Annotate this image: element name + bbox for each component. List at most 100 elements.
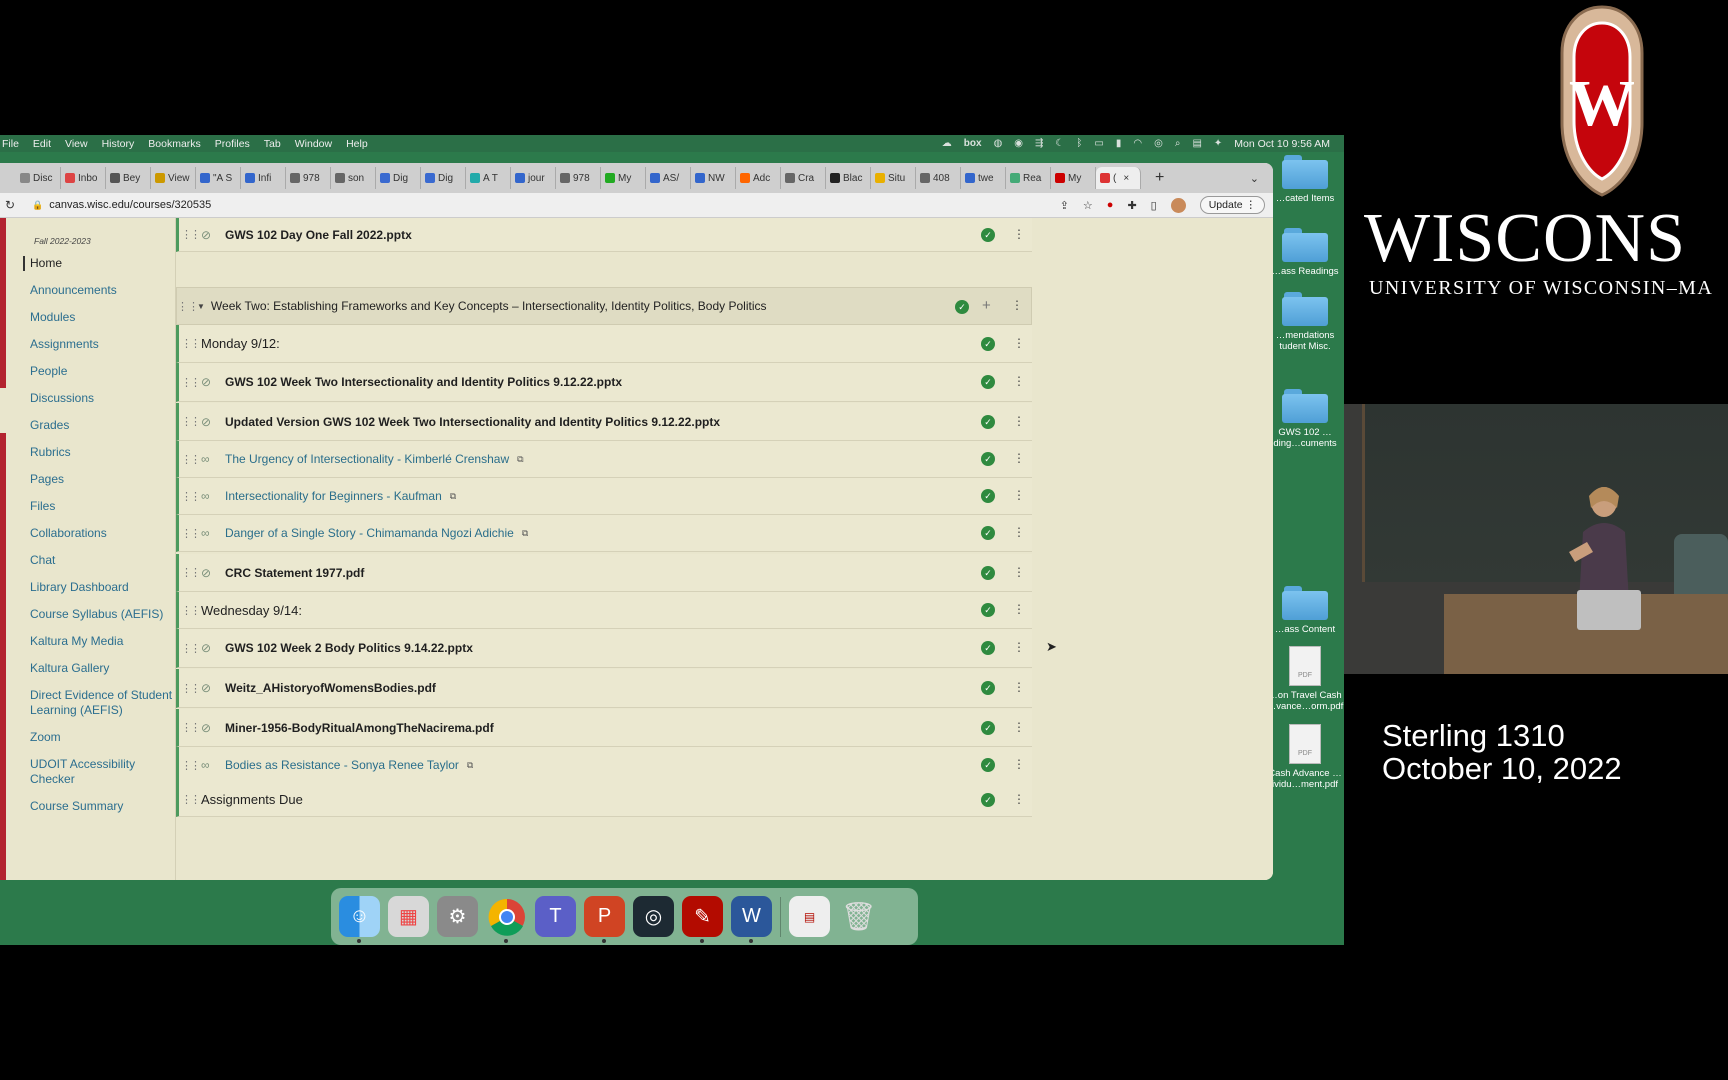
share-icon[interactable]: ⇶ <box>1035 138 1043 149</box>
status-icon[interactable]: ◉ <box>1014 138 1023 149</box>
course-nav-library-dashboard[interactable]: Library Dashboard <box>23 580 173 595</box>
published-check-icon[interactable]: ✓ <box>981 565 995 580</box>
browser-tab[interactable]: NW <box>691 167 736 189</box>
browser-tab[interactable]: My <box>1051 167 1096 189</box>
browser-tab[interactable]: Adc <box>736 167 781 189</box>
published-check-icon[interactable]: ✓ <box>981 641 995 655</box>
drag-handle-icon[interactable]: ⋮⋮ <box>177 300 199 313</box>
chrome-icon[interactable] <box>486 896 527 943</box>
desktop-folder[interactable]: …ass Content <box>1266 586 1344 635</box>
address-bar[interactable]: canvas.wisc.edu/courses/320535 <box>49 199 211 211</box>
module-item[interactable]: ⋮⋮ ⊘ Updated Version GWS 102 Week Two Inte… <box>176 403 1032 441</box>
menu-profiles[interactable]: Profiles <box>215 138 250 150</box>
module-item-title[interactable]: Assignments Due <box>201 792 303 807</box>
course-nav-kaltura-my-media[interactable]: Kaltura My Media <box>23 634 173 649</box>
bluetooth-icon[interactable]: ᛒ <box>1076 138 1082 149</box>
lock-icon[interactable]: 🔒 <box>32 200 43 211</box>
launchpad-icon[interactable]: ▦ <box>388 896 429 937</box>
module-item[interactable]: ⋮⋮ ⊘ GWS 102 Day One Fall 2022.pptx ✓ ⋮ <box>176 218 1032 252</box>
battery-icon[interactable]: ▮ <box>1116 138 1122 149</box>
side-panel-icon[interactable]: ▯ <box>1151 199 1157 212</box>
drag-handle-icon[interactable]: ⋮⋮ <box>179 721 201 734</box>
published-check-icon[interactable]: ✓ <box>955 300 969 314</box>
drag-handle-icon[interactable]: ⋮⋮ <box>179 759 201 772</box>
wifi-icon[interactable]: ◠ <box>1133 138 1142 149</box>
module-item[interactable]: ⋮⋮ ⊘ CRC Statement 1977.pdf ✓ ⋮ <box>176 554 1032 592</box>
drag-handle-icon[interactable]: ⋮⋮ <box>179 682 201 695</box>
more-options-icon[interactable]: ⋮ <box>1013 336 1025 350</box>
published-check-icon[interactable]: ✓ <box>981 603 995 617</box>
menu-tab[interactable]: Tab <box>264 138 281 150</box>
module-item-title[interactable]: GWS 102 Week 2 Body Politics 9.14.22.ppt… <box>225 641 473 655</box>
drag-handle-icon[interactable]: ⋮⋮ <box>179 527 201 540</box>
module-item-title[interactable]: Danger of a Single Story - Chimamanda Ng… <box>225 526 514 540</box>
course-nav-people[interactable]: People <box>23 364 173 379</box>
more-options-icon[interactable]: ⋮ <box>1011 298 1023 312</box>
menu-view[interactable]: View <box>65 138 88 150</box>
profile-avatar[interactable] <box>1170 197 1186 213</box>
course-nav-course-syllabus-aefis[interactable]: Course Syllabus (AEFIS) <box>23 607 173 622</box>
browser-tab[interactable]: Bey <box>106 167 151 189</box>
desktop-pdf-file[interactable]: Cash Advance …ividu…ment.pdf <box>1266 724 1344 790</box>
more-options-icon[interactable]: ⋮ <box>1013 565 1025 579</box>
menu-edit[interactable]: Edit <box>33 138 51 150</box>
published-check-icon[interactable]: ✓ <box>981 414 995 429</box>
module-item[interactable]: ⋮⋮ ∞ Intersectionality for Beginners - Kau… <box>176 478 1032 515</box>
module-item[interactable]: ⋮⋮ ∞ Danger of a Single Story - Chimamanda… <box>176 515 1032 552</box>
more-options-icon[interactable]: ⋮ <box>1013 451 1025 465</box>
browser-tab[interactable]: Inbo <box>61 167 106 189</box>
drag-handle-icon[interactable]: ⋮⋮ <box>179 228 201 241</box>
browser-tab[interactable]: twe <box>961 167 1006 189</box>
course-nav-chat[interactable]: Chat <box>23 553 173 568</box>
browser-tab[interactable]: "A S <box>196 167 241 189</box>
drag-handle-icon[interactable]: ⋮⋮ <box>179 793 201 806</box>
menu-history[interactable]: History <box>102 138 135 150</box>
finder-icon[interactable]: ☺ <box>339 896 380 943</box>
module-title[interactable]: Week Two: Establishing Frameworks and Ke… <box>211 299 767 313</box>
browser-tab[interactable]: Dig <box>421 167 466 189</box>
drag-handle-icon[interactable]: ⋮⋮ <box>179 490 201 503</box>
browser-tab[interactable]: Blac <box>826 167 871 189</box>
browser-tab[interactable]: A T <box>466 167 511 189</box>
course-nav-grades[interactable]: Grades <box>23 418 173 433</box>
update-button[interactable]: Update ⋮ <box>1199 196 1265 214</box>
add-item-icon[interactable]: + <box>982 297 991 314</box>
menu-bookmarks[interactable]: Bookmarks <box>148 138 201 150</box>
desktop-folder[interactable]: GWS 102 …ding…cuments <box>1266 389 1344 449</box>
browser-tab[interactable]: (× <box>1096 167 1141 189</box>
course-nav-zoom[interactable]: Zoom <box>23 730 173 745</box>
module-subheader[interactable]: ⋮⋮ Monday 9/12: ✓ ⋮ <box>176 325 1032 363</box>
browser-tab[interactable]: Situ <box>871 167 916 189</box>
module-header[interactable]: ⋮⋮ ▼ Week Two: Establishing Frameworks a… <box>176 287 1032 325</box>
course-nav-announcements[interactable]: Announcements <box>23 283 173 298</box>
drag-handle-icon[interactable]: ⋮⋮ <box>179 376 201 389</box>
module-item-title[interactable]: GWS 102 Week Two Intersectionality and I… <box>225 375 622 389</box>
bookmark-star-icon[interactable]: ☆ <box>1083 199 1093 212</box>
share-icon[interactable]: ⇪ <box>1060 199 1069 212</box>
browser-tab[interactable]: Cra <box>781 167 826 189</box>
recent-document-icon[interactable]: ▤ <box>789 896 830 937</box>
course-nav-collaborations[interactable]: Collaborations <box>23 526 173 541</box>
extension-red-icon[interactable]: ● <box>1107 199 1114 211</box>
browser-tab[interactable]: 978 <box>556 167 601 189</box>
drag-handle-icon[interactable]: ⋮⋮ <box>179 415 201 428</box>
published-check-icon[interactable]: ✓ <box>981 375 995 389</box>
drag-handle-icon[interactable]: ⋮⋮ <box>179 566 201 579</box>
published-check-icon[interactable]: ✓ <box>981 452 995 466</box>
module-item[interactable]: ⋮⋮ ⊘ Miner-1956-BodyRitualAmongTheNacirema… <box>176 709 1032 747</box>
siri-icon[interactable]: ✦ <box>1214 138 1222 149</box>
more-options-icon[interactable]: ⋮ <box>1013 414 1025 428</box>
module-item-title[interactable]: Weitz_AHistoryofWomensBodies.pdf <box>225 681 436 695</box>
browser-tab[interactable]: My <box>601 167 646 189</box>
desktop-folder[interactable]: …ass Readings <box>1266 228 1344 277</box>
menu-window[interactable]: Window <box>295 138 332 150</box>
powerpoint-icon[interactable]: P <box>584 896 625 943</box>
published-check-icon[interactable]: ✓ <box>981 758 995 772</box>
course-nav-kaltura-gallery[interactable]: Kaltura Gallery <box>23 661 173 676</box>
system-preferences-icon[interactable]: ⚙ <box>437 896 478 937</box>
browser-tab[interactable]: son <box>331 167 376 189</box>
published-check-icon[interactable]: ✓ <box>981 681 995 695</box>
user-icon[interactable]: ◎ <box>1154 138 1163 149</box>
published-check-icon[interactable]: ✓ <box>981 489 995 503</box>
moon-icon[interactable]: ☾ <box>1055 138 1064 149</box>
